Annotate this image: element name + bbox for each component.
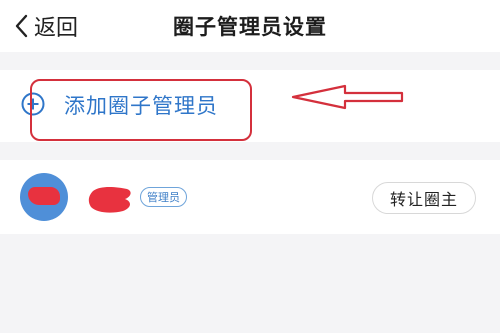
transfer-owner-button[interactable]: 转让圈主 <box>372 182 476 214</box>
top-nav-bar: 返回 圈子管理员设置 <box>0 0 500 52</box>
annotation-highlight-box <box>30 79 252 141</box>
redaction-mark <box>28 187 60 205</box>
page-title: 圈子管理员设置 <box>173 15 327 39</box>
member-name-redacted <box>87 183 135 215</box>
avatar[interactable] <box>20 173 68 221</box>
admin-role-badge: 管理员 <box>140 187 187 207</box>
annotation-arrow-icon <box>290 83 406 115</box>
